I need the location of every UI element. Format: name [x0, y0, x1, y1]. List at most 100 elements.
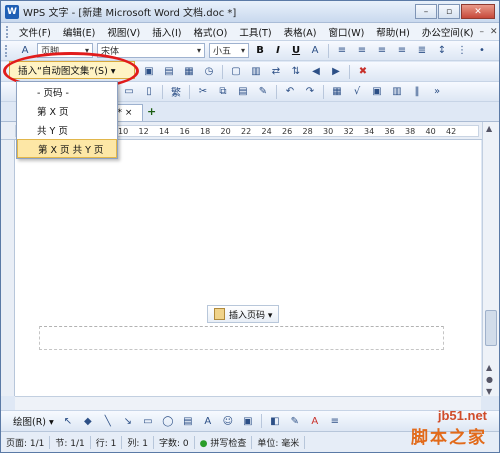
dropdown-item-page-number[interactable]: - 页码 -: [17, 82, 117, 101]
menu-view[interactable]: 视图(V): [101, 25, 146, 39]
bold-button[interactable]: B: [252, 43, 268, 59]
align-right-icon[interactable]: ≡: [374, 43, 390, 59]
numbering-icon[interactable]: ⋮: [454, 43, 470, 59]
fill-color-icon[interactable]: ◧: [267, 413, 283, 429]
ruler-number: 20: [220, 127, 231, 136]
table-icon[interactable]: ▦: [329, 84, 345, 100]
menu-close-icon[interactable]: ✕: [490, 27, 498, 37]
font-select[interactable]: 宋体 ▾: [97, 43, 205, 58]
prev-page-icon[interactable]: ▲: [486, 363, 492, 372]
italic-button[interactable]: I: [270, 43, 286, 59]
title-bar: W WPS 文字 - [新建 Microsoft Word 文档.doc *] …: [1, 1, 499, 23]
ruler-number: 10: [118, 127, 129, 136]
select-browse-icon[interactable]: ●: [486, 375, 493, 384]
ruler-number: 22: [241, 127, 252, 136]
same-as-previous-icon[interactable]: ⇄: [268, 64, 284, 80]
menu-edit[interactable]: 编辑(E): [57, 25, 101, 39]
status-unit: 单位: 毫米: [252, 435, 306, 449]
vertical-scrollbar[interactable]: ▲ ▲ ● ▼: [482, 122, 499, 396]
menu-help[interactable]: 帮助(H): [370, 25, 416, 39]
print-preview-icon[interactable]: ▭: [121, 84, 137, 100]
rectangle-icon[interactable]: ▭: [140, 413, 156, 429]
menu-insert[interactable]: 插入(I): [146, 25, 187, 39]
cut-icon[interactable]: ✂: [195, 84, 211, 100]
underline-button[interactable]: U: [288, 43, 304, 59]
font-size-select[interactable]: 小五 ▾: [209, 43, 249, 58]
menu-min-icon[interactable]: –: [480, 27, 485, 37]
switch-header-footer-icon[interactable]: ⇅: [288, 64, 304, 80]
autoshapes-icon[interactable]: ◆: [80, 413, 96, 429]
dropdown-item-page-x-of-y[interactable]: 第 X 页 共 Y 页: [17, 139, 117, 158]
paste-special-icon[interactable]: ▤: [235, 84, 251, 100]
menu-office-space[interactable]: 办公空间(K): [416, 25, 480, 39]
menu-table[interactable]: 表格(A): [278, 25, 323, 39]
font-color-draw-icon[interactable]: A: [307, 413, 323, 429]
format-painter-icon[interactable]: ✎: [255, 84, 271, 100]
chart-icon[interactable]: ▥: [389, 84, 405, 100]
align-left-icon[interactable]: ≡: [334, 43, 350, 59]
wps-logo-icon: W: [5, 4, 19, 19]
maximize-button[interactable]: ▫: [438, 4, 460, 19]
dropdown-item-total-y[interactable]: 共 Y 页: [17, 120, 117, 139]
ellipse-icon[interactable]: ◯: [160, 413, 176, 429]
clipart-icon[interactable]: ☺: [220, 413, 236, 429]
bullets-icon[interactable]: •: [474, 43, 490, 59]
menu-tools[interactable]: 工具(T): [233, 25, 277, 39]
page-setup-icon[interactable]: ▢: [228, 64, 244, 80]
previous-icon[interactable]: ◀: [308, 64, 324, 80]
arrow-icon[interactable]: ↘: [120, 413, 136, 429]
time-icon[interactable]: ◷: [201, 64, 217, 80]
vertical-ruler[interactable]: [1, 140, 15, 396]
redo-icon[interactable]: ↷: [302, 84, 318, 100]
select-pointer-icon[interactable]: ↖: [60, 413, 76, 429]
page-number-icon[interactable]: ▣: [141, 64, 157, 80]
line-spacing-icon[interactable]: ↕: [434, 43, 450, 59]
scroll-thumb[interactable]: [485, 310, 497, 346]
insert-page-number-button[interactable]: 插入页码 ▾: [207, 305, 280, 323]
align-center-icon[interactable]: ≡: [354, 43, 370, 59]
more-icon[interactable]: »: [429, 84, 445, 100]
textbox-icon[interactable]: ▤: [180, 413, 196, 429]
date-icon[interactable]: ▦: [181, 64, 197, 80]
drawing-menu[interactable]: 绘图(R) ▾: [9, 414, 58, 428]
line-color-icon[interactable]: ✎: [287, 413, 303, 429]
undo-icon[interactable]: ↶: [282, 84, 298, 100]
styles-icon[interactable]: A: [17, 43, 33, 59]
line-icon[interactable]: ╲: [100, 413, 116, 429]
ruler-number: 34: [364, 127, 375, 136]
ruler-number: 18: [200, 127, 211, 136]
ruler-number: 14: [159, 127, 170, 136]
menu-format[interactable]: 格式(O): [187, 25, 233, 39]
paste-icon[interactable]: ▯: [141, 84, 157, 100]
dropdown-item-page-x[interactable]: 第 X 页: [17, 101, 117, 120]
picture-icon[interactable]: ▣: [240, 413, 256, 429]
distribute-icon[interactable]: ≣: [414, 43, 430, 59]
line-style-icon[interactable]: ≡: [327, 413, 343, 429]
close-header-footer-icon[interactable]: ✖: [355, 64, 371, 80]
next-page-icon[interactable]: ▼: [486, 387, 492, 396]
copy-icon[interactable]: ⧉: [215, 84, 231, 100]
traditional-chinese-icon[interactable]: 繁: [168, 84, 184, 100]
new-tab-icon[interactable]: +: [147, 105, 156, 118]
show-text-icon[interactable]: ▥: [248, 64, 264, 80]
style-select[interactable]: 页脚 ▾: [37, 43, 93, 58]
document-page[interactable]: 插入页码 ▾: [15, 140, 481, 396]
font-color-icon[interactable]: A: [307, 43, 323, 59]
scroll-up-icon[interactable]: ▲: [486, 124, 492, 133]
next-icon[interactable]: ▶: [328, 64, 344, 80]
minimize-button[interactable]: –: [415, 4, 437, 19]
formatting-toolbar: A 页脚 ▾ 宋体 ▾ 小五 ▾ B I U A ≡ ≡ ≡ ≡ ≣ ↕ ⋮ •: [1, 41, 499, 61]
wordart-icon[interactable]: A: [200, 413, 216, 429]
footer-area[interactable]: [39, 326, 444, 350]
justify-icon[interactable]: ≡: [394, 43, 410, 59]
insert-autotext-button[interactable]: 插入“自动图文集”(S) ▾: [9, 61, 135, 79]
formula-icon[interactable]: √: [349, 84, 365, 100]
menu-window[interactable]: 窗口(W): [322, 25, 370, 39]
close-button[interactable]: ✕: [461, 4, 495, 19]
columns-icon[interactable]: ‖: [409, 84, 425, 100]
status-spellcheck[interactable]: ● 拼写检查: [195, 435, 253, 449]
page-count-icon[interactable]: ▤: [161, 64, 177, 80]
insert-image-icon[interactable]: ▣: [369, 84, 385, 100]
page-number-icon: [214, 308, 225, 320]
menu-file[interactable]: 文件(F): [13, 25, 57, 39]
